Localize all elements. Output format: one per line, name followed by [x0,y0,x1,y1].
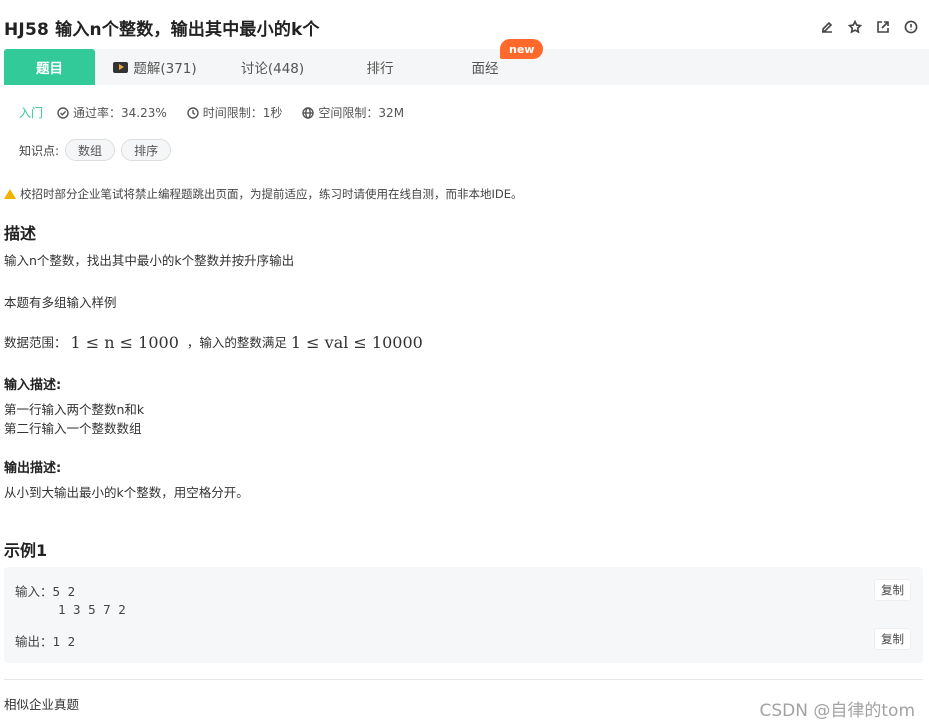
tabs-bar: 题目 题解(371) 讨论(448) 排行 面经 [4,49,929,85]
example-box: 输入：5 2 1 3 5 7 2 复制 输出：1 2 复制 [4,567,923,663]
external-link-icon[interactable] [875,19,891,35]
knowledge-points: 知识点: 数组 排序 [19,139,172,161]
range-math-n: 1 ≤ n ≤ 1000 [70,333,179,352]
range-mid-text: ，输入的整数满足 [186,335,287,350]
description-line-2: 本题有多组输入样例 [4,295,117,310]
tag-sort[interactable]: 排序 [121,139,172,161]
difficulty-level: 入门 [19,106,44,120]
tab-solutions[interactable]: 题解(371) [95,49,215,85]
example-input: 输入：5 2 [15,581,75,600]
check-circle-icon [57,106,69,119]
tab-discuss[interactable]: 讨论(448) [215,49,330,85]
copy-output-button[interactable]: 复制 [874,628,911,650]
time-limit-text: 时间限制：1秒 [202,106,283,120]
example-output-label: 输出： [15,634,53,649]
time-limit: 时间限制：1秒 [187,104,283,121]
globe-icon [302,106,315,119]
meta-row: 入门 通过率：34.23% 时间限制：1秒 空间限制：32M [19,104,424,121]
similar-problems-link[interactable]: 相似企业真题 [4,694,79,713]
title-row: HJ58 输入n个整数，输出其中最小的k个 [4,14,929,40]
data-range: 数据范围： 1 ≤ n ≤ 1000 ，输入的整数满足 1 ≤ val ≤ 10… [4,333,423,353]
example-heading: 示例1 [4,541,48,560]
example-output: 输出：1 2 [15,631,75,650]
edit-icon[interactable] [819,19,835,35]
title-actions [819,19,919,35]
example-input-label: 输入： [15,584,53,599]
description-line-1: 输入n个整数，找出其中最小的k个整数并按升序输出 [4,253,295,268]
star-icon[interactable] [847,19,863,35]
info-icon[interactable] [903,19,919,35]
watermark: CSDN @自律的tom [759,701,916,721]
pass-rate: 通过率：34.23% [57,104,167,121]
copy-input-button[interactable]: 复制 [874,579,911,601]
tag-array[interactable]: 数组 [65,139,116,161]
input-desc-heading: 输入描述: [4,378,62,393]
problem-title: HJ58 输入n个整数，输出其中最小的k个 [4,19,320,40]
tab-solutions-label: 题解(371) [133,61,197,77]
input-desc-line-1: 第一行输入两个整数n和k [4,402,145,417]
input-desc-line-2: 第二行输入一个整数数组 [4,421,142,436]
tab-rank[interactable]: 排行 [330,49,430,85]
example-input-line-1: 5 2 [52,584,76,599]
tab-problem[interactable]: 题目 [4,49,95,85]
description-heading: 描述 [4,224,37,243]
example-output-line-1: 1 2 [52,634,76,649]
pass-rate-text: 通过率：34.23% [73,106,167,120]
space-limit: 空间限制：32M [302,104,404,121]
clock-icon [187,106,199,119]
range-label: 数据范围： [4,335,67,350]
knowledge-label: 知识点: [19,143,60,158]
warning-text: 校招时部分企业笔试将禁止编程题跳出页面，为提前适应，练习时请使用在线自测，而非本… [20,187,523,201]
output-desc-heading: 输出描述: [4,461,62,476]
space-limit-text: 空间限制：32M [318,106,405,120]
warning-icon [4,189,16,199]
output-desc-line-1: 从小到大输出最小的k个整数，用空格分开。 [4,485,249,500]
new-badge: new [500,39,544,59]
video-icon [113,61,129,73]
warning-notice: 校招时部分企业笔试将禁止编程题跳出页面，为提前适应，练习时请使用在线自测，而非本… [4,186,523,202]
range-math-val: 1 ≤ val ≤ 10000 [290,333,423,352]
divider [4,679,923,680]
example-input-line-2: 1 3 5 7 2 [58,602,126,617]
